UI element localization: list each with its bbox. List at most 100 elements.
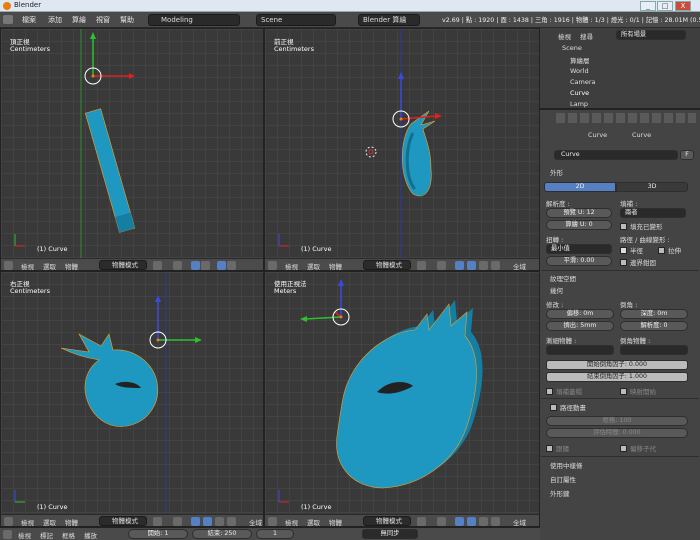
minimize-button[interactable]: _ [640, 1, 656, 11]
translate-icon[interactable] [467, 517, 476, 526]
mode-select[interactable]: 物體模式 [363, 516, 411, 526]
twist-method-select[interactable]: 最小值 [546, 244, 612, 254]
outliner-item[interactable]: Lamp [570, 100, 588, 108]
eval-time-field[interactable]: 評估時間: 0.000 [546, 428, 688, 438]
translate-icon[interactable] [201, 261, 210, 270]
editor-type-icon[interactable] [268, 517, 277, 526]
bounds-clamp-check[interactable]: 邊界鉗固 [620, 257, 656, 267]
scale-icon[interactable] [491, 261, 500, 270]
taper-object-field[interactable] [546, 345, 614, 355]
display-mode-select[interactable]: 所有場景 [616, 30, 686, 40]
editor-type-icon[interactable] [268, 261, 277, 270]
menu-render[interactable]: 算繪 [72, 15, 86, 25]
manipulator-icon[interactable] [455, 517, 464, 526]
bevel-end-field[interactable]: 結束倒角因子: 1.000 [546, 372, 688, 382]
orientation-select[interactable]: 全域 [513, 261, 526, 270]
menu-view[interactable]: 檢視 [18, 530, 31, 540]
smooth-field[interactable]: 平滑: 0.00 [546, 256, 612, 266]
menu-help[interactable]: 幫助 [120, 15, 134, 25]
rotate-icon[interactable] [217, 261, 226, 270]
bevel-depth-field[interactable]: 深度: 0m [620, 309, 688, 319]
menu-frame[interactable]: 框格 [62, 530, 75, 540]
menu-file[interactable]: 檔案 [22, 15, 36, 25]
menu-window[interactable]: 視窗 [96, 15, 110, 25]
rotate-icon[interactable] [479, 517, 488, 526]
orientation-select[interactable]: 全域 [249, 517, 262, 526]
menu-view[interactable]: 檢視 [558, 31, 571, 41]
scale-icon[interactable] [491, 517, 500, 526]
offset-field[interactable]: 偏移: 0m [546, 309, 614, 319]
editor-type-icon[interactable] [4, 261, 13, 270]
rotate-icon[interactable] [215, 517, 224, 526]
outliner-item[interactable]: 算繪層 [570, 55, 590, 65]
layout-select[interactable]: Modeling [148, 14, 240, 26]
offset-child-check[interactable]: 偏移子代 [620, 443, 656, 453]
section-active-spline[interactable]: 使用中樣條 [550, 460, 583, 470]
mode-select[interactable]: 物體模式 [99, 260, 147, 270]
menu-select[interactable]: 選取 [307, 517, 320, 526]
path-frames-field[interactable]: 框格: 100 [546, 416, 688, 426]
menu-object[interactable]: 物體 [65, 517, 78, 526]
close-button[interactable]: X [675, 1, 691, 11]
translate-icon[interactable] [467, 261, 476, 270]
manipulator-icon[interactable] [455, 261, 464, 270]
outliner-item[interactable]: Scene [562, 44, 582, 52]
bevel-resolution-field[interactable]: 解析度: 0 [620, 321, 688, 331]
viewport-right[interactable]: 右正視 Centimeters (1) Curve 檢視 選取 物體 物體模式 … [0, 271, 264, 527]
scale-icon[interactable] [227, 517, 236, 526]
manipulator-icon[interactable] [191, 517, 200, 526]
menu-search[interactable]: 搜尋 [580, 31, 593, 41]
fill-mode-select[interactable]: 兩者 [620, 208, 686, 218]
menu-add[interactable]: 添加 [48, 15, 62, 25]
follow-check[interactable]: 跟隨 [546, 443, 569, 453]
map-start-check[interactable]: 映射開始 [620, 386, 656, 396]
render-u-field[interactable]: 算繪 U: 0 [546, 220, 612, 230]
bevel-start-field[interactable]: 開始倒角因子: 0.000 [546, 360, 688, 370]
editor-type-icon[interactable] [4, 517, 13, 526]
mode-select[interactable]: 物體模式 [99, 516, 147, 526]
editor-type-icon[interactable] [3, 15, 13, 24]
tab-2d[interactable]: 2D [544, 182, 616, 192]
pivot-icon[interactable] [173, 261, 182, 270]
outliner-item[interactable]: Camera [570, 78, 596, 86]
menu-view[interactable]: 檢視 [285, 261, 298, 270]
path-animation-panel[interactable]: 路徑動畫 [550, 402, 586, 412]
pivot-icon[interactable] [437, 517, 446, 526]
sync-select[interactable]: 無同步 [362, 529, 418, 539]
shading-icon[interactable] [153, 517, 162, 526]
outliner-item-selected[interactable]: Curve [570, 89, 589, 97]
viewport-front[interactable]: 前正視 Centimeters (1) Curve 檢視 選取 物體 物體模式 … [264, 28, 540, 271]
curve-datablock[interactable]: Curve [554, 150, 678, 160]
properties-tabs[interactable] [556, 113, 696, 123]
section-geometry[interactable]: 幾何 [550, 285, 563, 295]
current-frame-field[interactable]: 1 [256, 529, 294, 539]
shading-icon[interactable] [153, 261, 162, 270]
bevel-object-field[interactable] [620, 345, 688, 355]
menu-playback[interactable]: 播放 [84, 530, 97, 540]
section-texture-space[interactable]: 紋理空間 [550, 273, 576, 283]
shading-icon[interactable] [417, 261, 426, 270]
viewport-top[interactable]: 頂正視 Centimeters (1) Curve 檢視 選取 物體 物體模式 [0, 28, 264, 271]
section-custom-properties[interactable]: 自訂屬性 [550, 474, 576, 484]
section-shape-keys[interactable]: 外形鍵 [550, 488, 570, 498]
tab-3d[interactable]: 3D [616, 182, 688, 192]
shading-icon[interactable] [417, 517, 426, 526]
section-shape[interactable]: 外形 [550, 167, 563, 177]
menu-view[interactable]: 檢視 [21, 261, 34, 270]
editor-type-icon[interactable] [3, 530, 12, 539]
start-frame-field[interactable]: 開始: 1 [128, 529, 188, 539]
outliner-item[interactable]: World [570, 67, 589, 75]
menu-view[interactable]: 檢視 [21, 517, 34, 526]
fake-user-button[interactable]: F [680, 150, 694, 160]
menu-select[interactable]: 選取 [43, 261, 56, 270]
rotate-icon[interactable] [479, 261, 488, 270]
maximize-button[interactable]: □ [657, 1, 673, 11]
extrude-field[interactable]: 擠出: 5mm [546, 321, 614, 331]
fill-caps-check[interactable]: 填補蓋帽 [546, 386, 582, 396]
mode-select[interactable]: 物體模式 [363, 260, 411, 270]
end-frame-field[interactable]: 結束: 250 [192, 529, 252, 539]
pivot-icon[interactable] [437, 261, 446, 270]
menu-object[interactable]: 物體 [329, 261, 342, 270]
preview-u-field[interactable]: 預覽 U: 12 [546, 208, 612, 218]
orientation-select[interactable]: 全域 [513, 517, 526, 526]
